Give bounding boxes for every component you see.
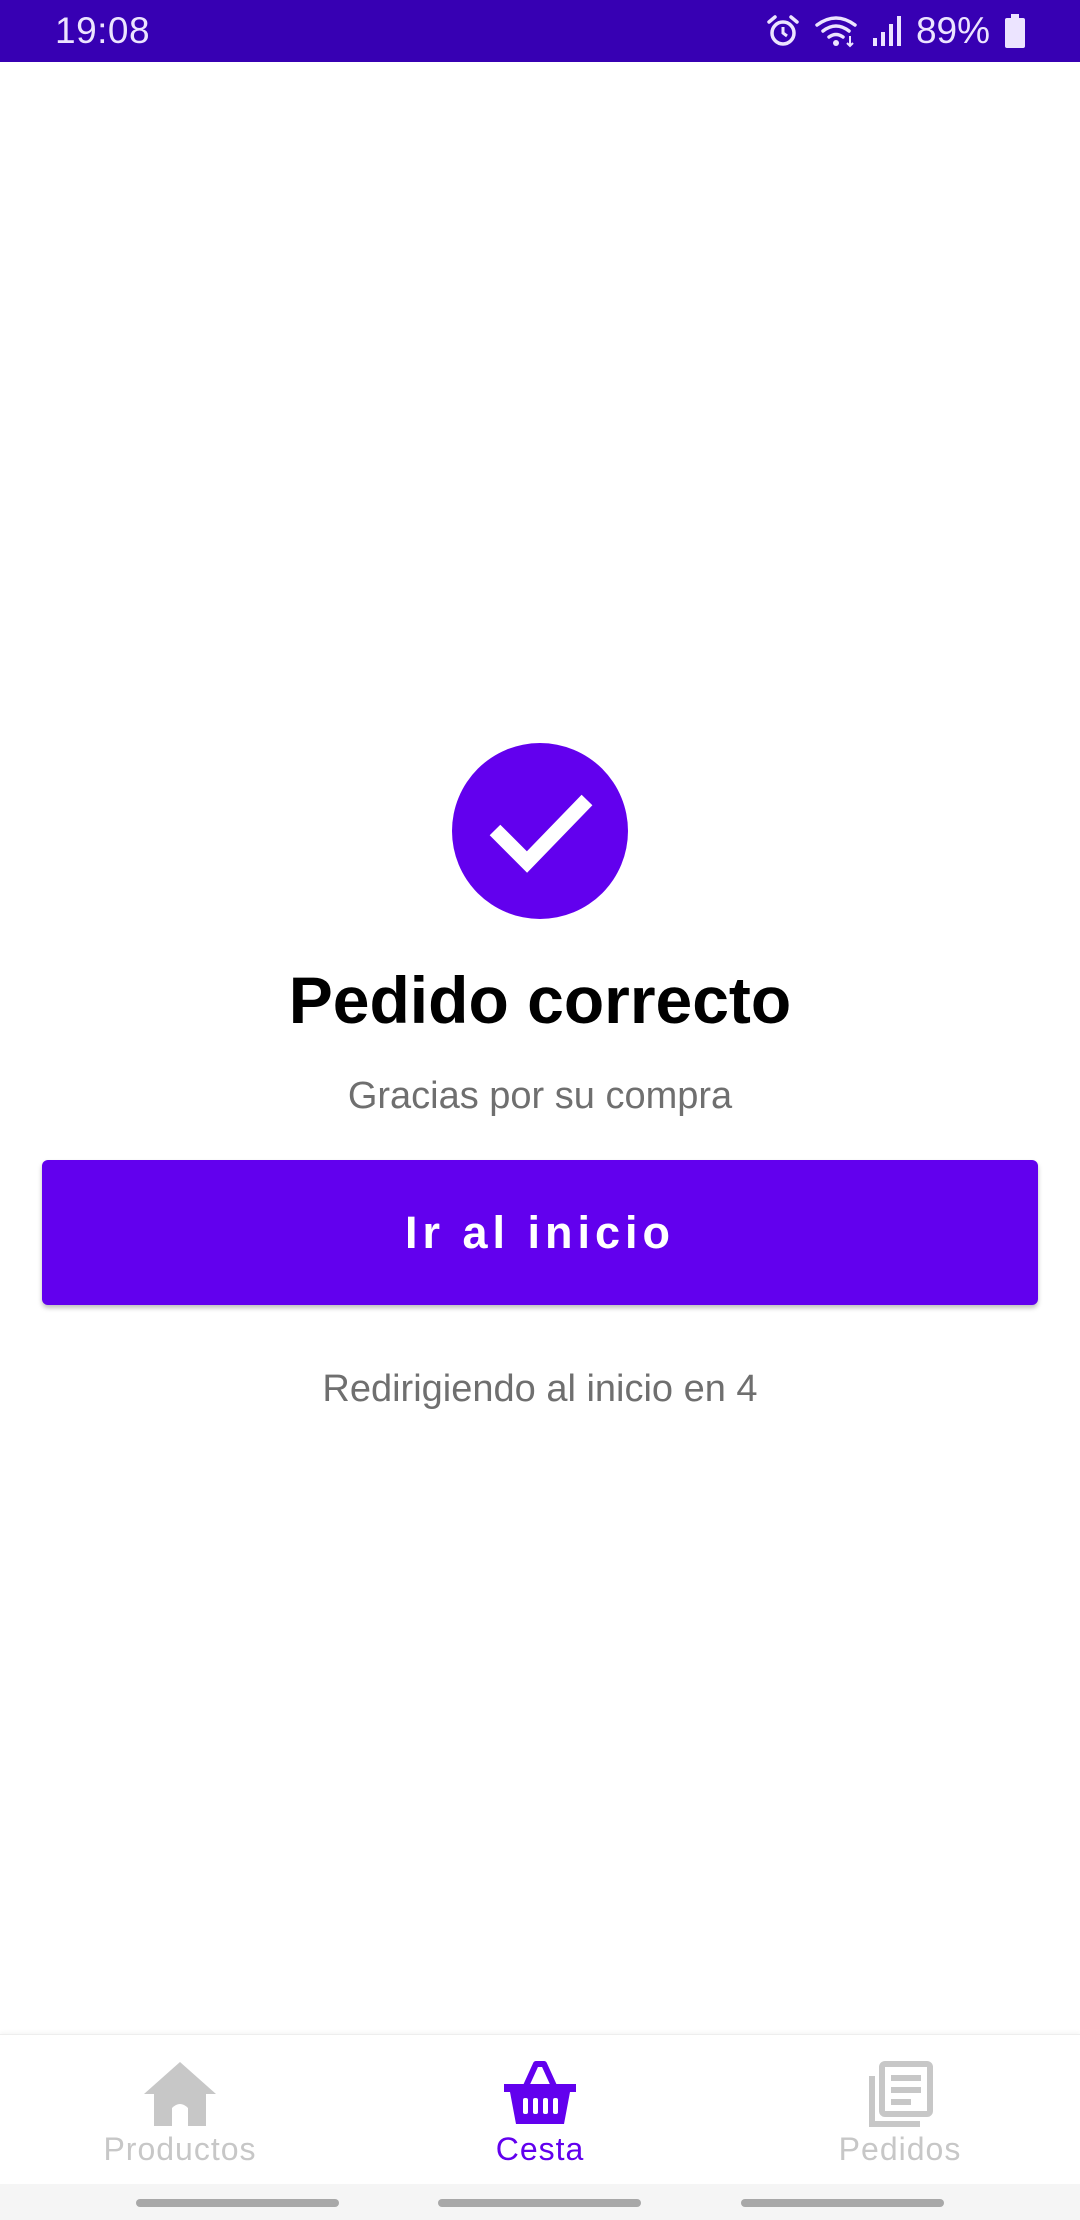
nav-label-cesta: Cesta (495, 2131, 585, 2167)
battery-percentage: 89% (915, 10, 990, 51)
success-check-badge (452, 743, 628, 919)
success-title: Pedido correcto (288, 963, 792, 1037)
system-navigation-bar (0, 2184, 1080, 2220)
gesture-pill-center[interactable] (438, 2199, 641, 2207)
orders-icon (858, 2057, 942, 2129)
order-success-screen: 19:08 89% Pedido correcto Gracias por su… (0, 0, 1080, 2220)
status-time: 19:08 (55, 10, 151, 51)
nav-label-productos: Productos (103, 2131, 257, 2167)
nav-item-cesta[interactable]: Cesta (360, 2035, 720, 2185)
alarm-icon (766, 14, 800, 48)
signal-icon (872, 14, 902, 48)
home-icon (138, 2057, 222, 2129)
gesture-pill-left[interactable] (136, 2199, 339, 2207)
nav-item-productos[interactable]: Productos (0, 2035, 360, 2185)
wifi-icon (814, 14, 858, 48)
go-home-button[interactable]: Ir al inicio (42, 1160, 1038, 1305)
bottom-navigation: Productos Cesta Pedidos (0, 2034, 1080, 2185)
redirect-countdown-text: Redirigiendo al inicio en 4 (322, 1368, 758, 1410)
check-icon (485, 774, 595, 889)
success-subtitle: Gracias por su compra (347, 1075, 733, 1117)
nav-item-pedidos[interactable]: Pedidos (720, 2035, 1080, 2185)
battery-icon (1004, 14, 1026, 48)
status-bar: 19:08 89% (0, 0, 1080, 62)
basket-icon (498, 2057, 582, 2129)
nav-label-pedidos: Pedidos (838, 2131, 962, 2167)
gesture-pill-right[interactable] (741, 2199, 944, 2207)
status-icons: 89% (766, 10, 1026, 52)
